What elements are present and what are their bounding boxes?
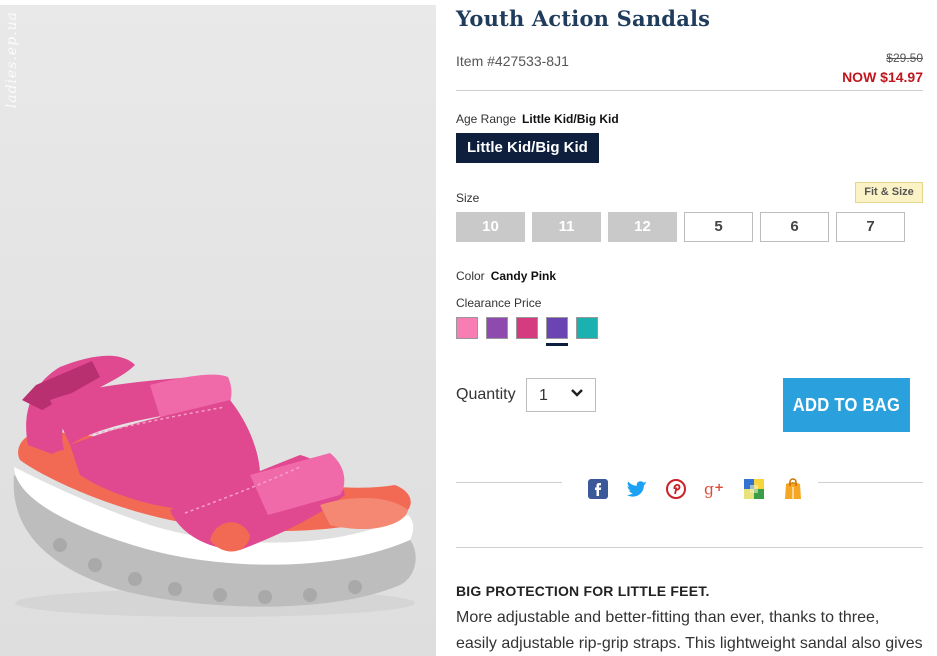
share-icons: g + [587, 478, 804, 500]
quantity-label: Quantity [456, 386, 516, 403]
age-range-row: Age Range Little Kid/Big Kid [456, 112, 619, 126]
size-option-11[interactable]: 11 [532, 212, 601, 242]
twitter-icon[interactable] [626, 478, 648, 500]
product-details-panel: Youth Action Sandals Item #427533-8J1 $2… [456, 0, 923, 656]
size-option-6[interactable]: 6 [760, 212, 829, 242]
product-title: Youth Action Sandals [456, 6, 711, 31]
size-label: Size [456, 191, 480, 205]
divider [456, 547, 923, 548]
swatch-magenta[interactable] [516, 317, 538, 339]
clearance-price-label: Clearance Price [456, 296, 542, 310]
divider [818, 482, 923, 483]
swatch-purple[interactable] [486, 317, 508, 339]
google-plus-icon[interactable]: g + [704, 478, 726, 500]
swatch-violet[interactable] [546, 317, 568, 346]
divider [456, 482, 562, 483]
age-range-value: Little Kid/Big Kid [522, 112, 619, 126]
sale-price: NOW $14.97 [842, 69, 923, 85]
original-price: $29.50 [886, 51, 923, 65]
description-body: More adjustable and better-fitting than … [456, 609, 923, 652]
swatch-teal[interactable] [576, 317, 598, 339]
description-heading: BIG PROTECTION FOR LITTLE FEET. [456, 583, 710, 599]
item-number: Item #427533-8J1 [456, 53, 569, 69]
color-value: Candy Pink [490, 269, 557, 283]
color-row: Color Candy Pink [456, 269, 556, 283]
watermark: ladies.ep.ua [4, 11, 20, 109]
size-option-5[interactable]: 5 [684, 212, 753, 242]
quantity-select[interactable]: 1 [526, 378, 596, 412]
svg-text:g: g [704, 481, 714, 499]
size-option-10[interactable]: 10 [456, 212, 525, 242]
age-range-label: Age Range [456, 112, 517, 126]
pinterest-icon[interactable] [665, 478, 687, 500]
size-option-12[interactable]: 12 [608, 212, 677, 242]
facebook-icon[interactable] [587, 478, 609, 500]
add-to-bag-button[interactable]: ADD TO BAG [783, 378, 910, 432]
svg-text:+: + [714, 480, 724, 494]
size-options: 10 11 12 5 6 7 [456, 212, 905, 242]
color-swatches [456, 317, 598, 346]
fit-size-link[interactable]: Fit & Size [855, 182, 923, 203]
quantity-value: 1 [539, 387, 548, 404]
share-row: g + [456, 478, 923, 504]
age-range-option[interactable]: Little Kid/Big Kid [456, 133, 599, 163]
chevron-down-icon [571, 389, 583, 397]
color-label: Color [456, 269, 485, 283]
swatch-candy-pink[interactable] [456, 317, 478, 339]
sandal-illustration [13, 355, 416, 617]
delicious-icon[interactable] [743, 478, 765, 500]
divider [456, 90, 923, 91]
shopping-bag-icon[interactable] [782, 478, 804, 500]
product-image[interactable]: ladies.ep.ua [0, 5, 436, 656]
size-option-7[interactable]: 7 [836, 212, 905, 242]
